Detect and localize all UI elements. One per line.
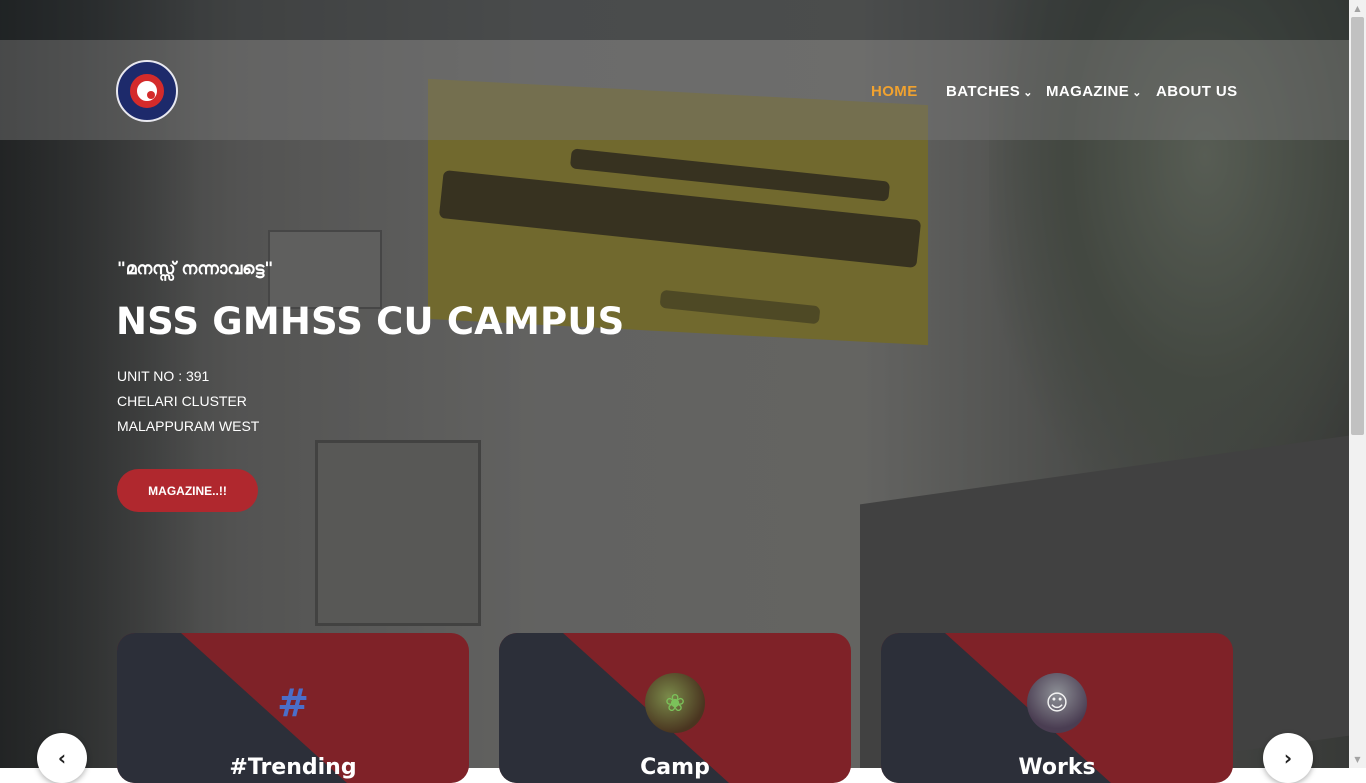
- site-header: [0, 40, 1349, 140]
- scroll-down-arrow-icon[interactable]: ▼: [1349, 751, 1366, 768]
- unit-number: UNIT NO : 391: [117, 368, 210, 384]
- works-photo-icon: ☺: [1027, 673, 1087, 733]
- chevron-right-icon: ›: [1283, 746, 1293, 770]
- nav-home[interactable]: HOME: [871, 81, 918, 101]
- nav-magazine-label: MAGAZINE: [1046, 82, 1130, 100]
- scroll-up-arrow-icon[interactable]: ▲: [1349, 0, 1366, 17]
- nav-batches-label: BATCHES: [946, 82, 1021, 100]
- top-bar: [0, 0, 1349, 40]
- card-trending[interactable]: # #Trending: [117, 633, 469, 783]
- chevron-down-icon: ⌄: [1023, 86, 1033, 99]
- cluster-name: CHELARI CLUSTER: [117, 393, 247, 409]
- district-name: MALAPPURAM WEST: [117, 418, 260, 434]
- nav-about-label: ABOUT US: [1156, 82, 1238, 100]
- carousel-prev-button[interactable]: ‹: [37, 733, 87, 783]
- magazine-button[interactable]: MAGAZINE..!!: [117, 469, 258, 512]
- hero-title: NSS GMHSS CU CAMPUS: [116, 300, 625, 343]
- hero-motto: "മനസ്സ് നന്നാവട്ടെ": [117, 259, 274, 279]
- card-works[interactable]: ☺ Works: [881, 633, 1233, 783]
- nss-logo[interactable]: [116, 60, 178, 122]
- camp-photo-icon: ❀: [645, 673, 705, 733]
- scrollbar-thumb[interactable]: [1351, 17, 1364, 435]
- nav-batches[interactable]: BATCHES ⌄: [946, 81, 1033, 101]
- logo-wheel-icon: [130, 74, 164, 108]
- hashtag-icon: #: [277, 681, 309, 725]
- card-camp[interactable]: ❀ Camp: [499, 633, 851, 783]
- nav-home-label: HOME: [871, 82, 918, 100]
- carousel-next-button[interactable]: ›: [1263, 733, 1313, 783]
- nav-about-us[interactable]: ABOUT US: [1156, 81, 1238, 101]
- nav-magazine[interactable]: MAGAZINE ⌄: [1046, 81, 1142, 101]
- logo-hub: [147, 91, 155, 99]
- chevron-down-icon: ⌄: [1132, 86, 1142, 99]
- chevron-left-icon: ‹: [57, 746, 67, 770]
